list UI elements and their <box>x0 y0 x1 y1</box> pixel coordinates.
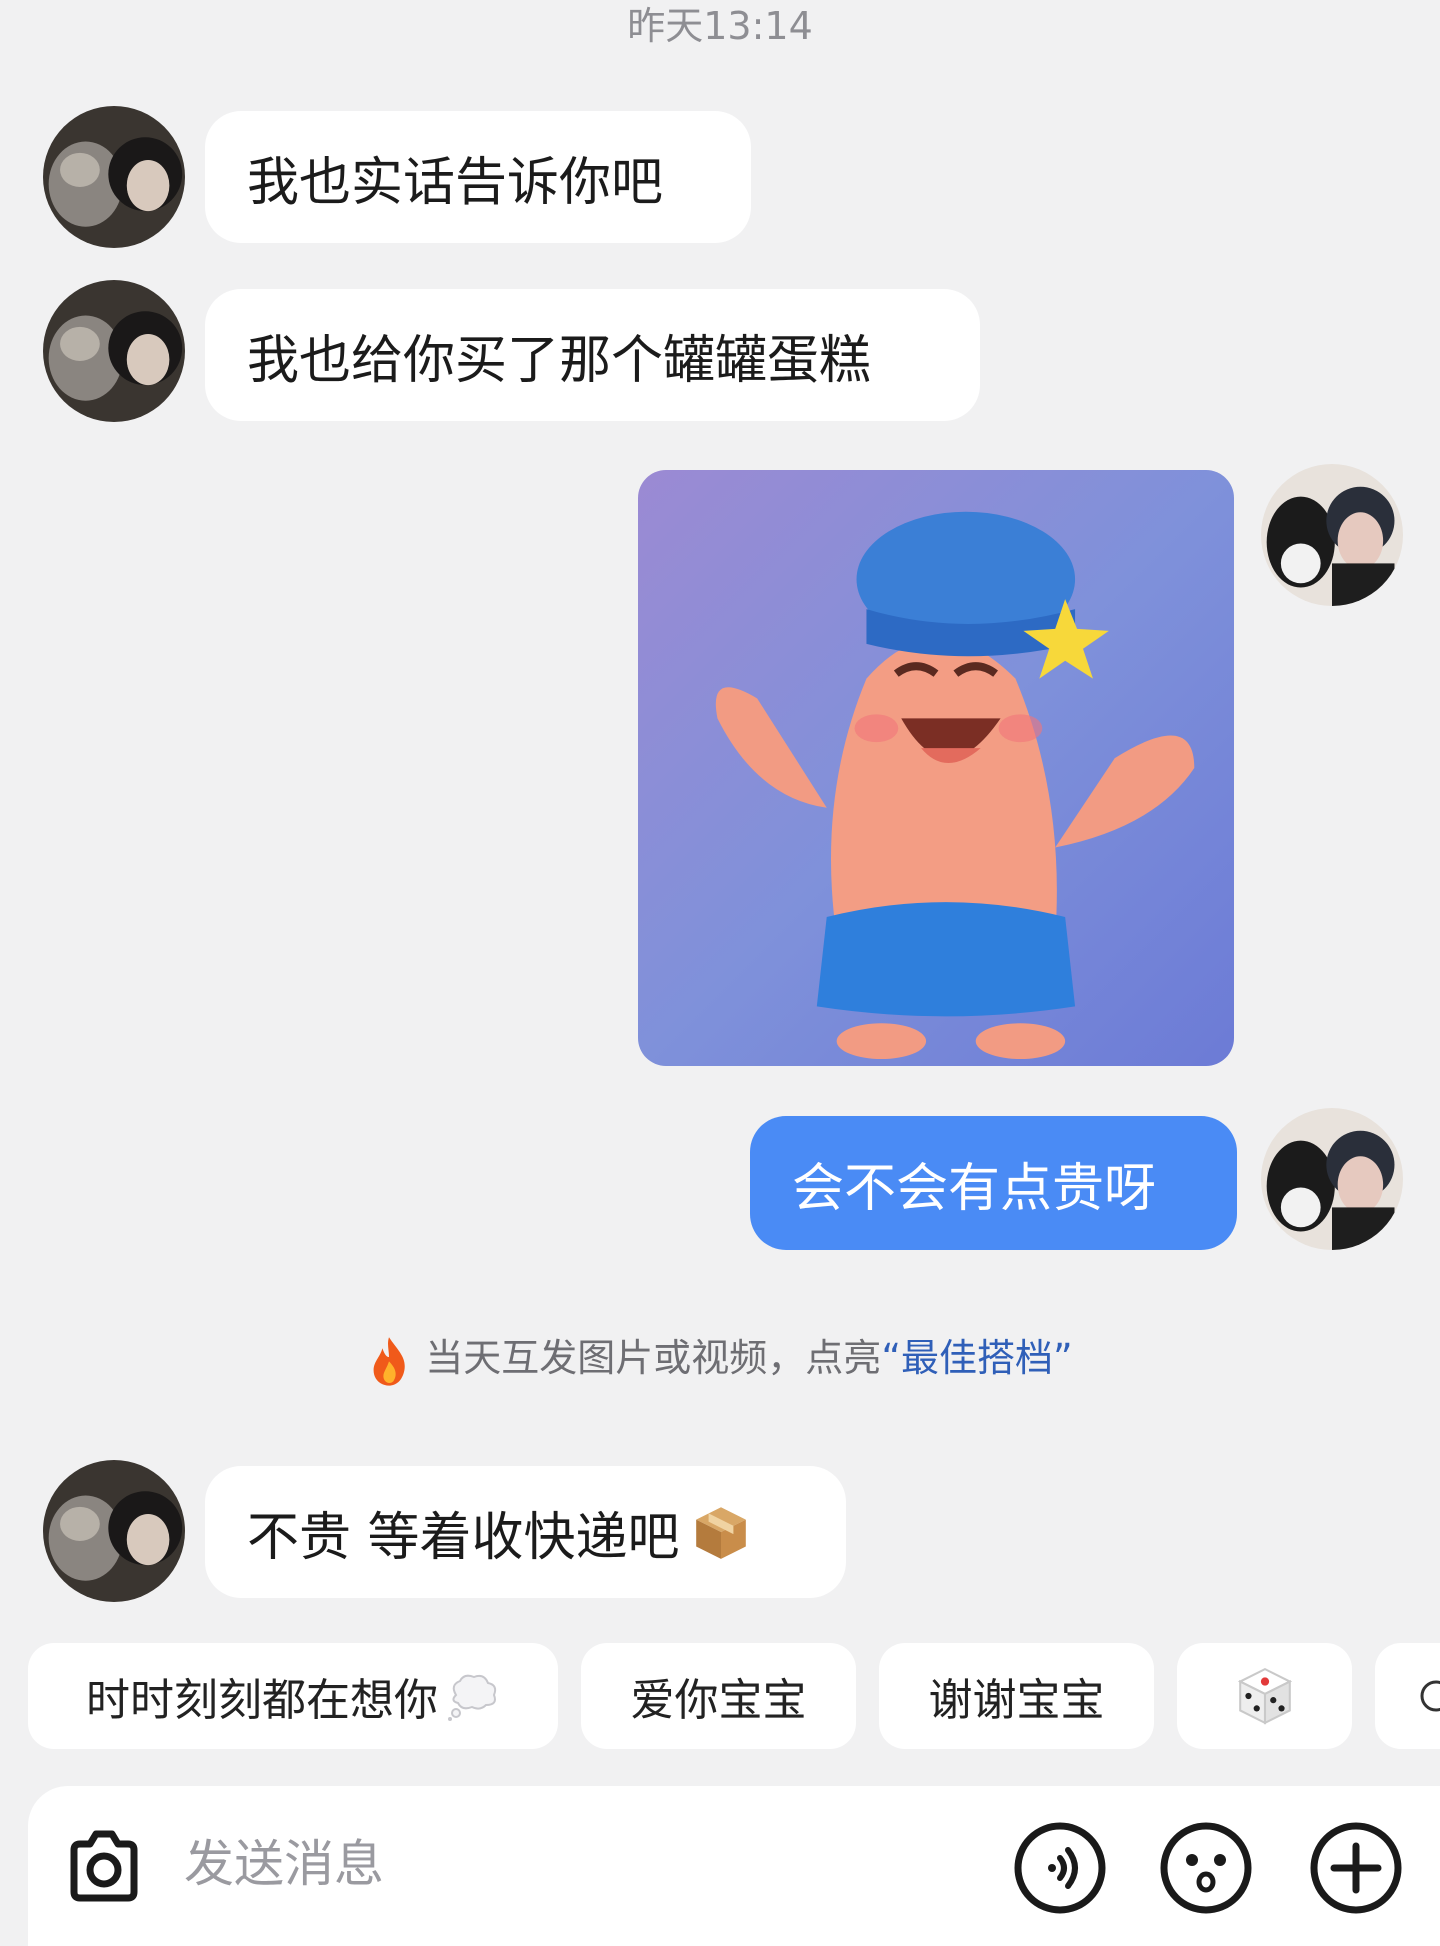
camera-icon[interactable] <box>58 1822 150 1914</box>
message-text: 我也实话告诉你吧 <box>247 152 664 213</box>
voice-icon[interactable] <box>1012 1820 1108 1916</box>
sticker-image[interactable] <box>638 470 1234 1066</box>
timestamp: 昨天13:14 <box>627 4 813 48</box>
other-avatar[interactable] <box>43 1460 185 1602</box>
quick-reply-chip[interactable]: 时时刻刻都在想你 <box>28 1643 558 1749</box>
thought-bubble-icon <box>444 1671 500 1721</box>
quick-reply-chip-partial[interactable] <box>1375 1643 1440 1749</box>
other-avatar[interactable] <box>43 280 185 422</box>
plus-icon[interactable] <box>1308 1820 1404 1916</box>
message-bubble[interactable]: 我也实话告诉你吧 <box>205 111 751 243</box>
package-icon <box>690 1501 752 1563</box>
quick-reply-dice[interactable] <box>1177 1643 1352 1749</box>
best-partner-link[interactable]: “最佳搭档” <box>881 1336 1072 1380</box>
message-bubble[interactable]: 我也给你买了那个罐罐蛋糕 <box>205 289 980 421</box>
my-avatar[interactable] <box>1261 464 1403 606</box>
chip-icon-partial <box>1420 1680 1440 1712</box>
message-bubble[interactable]: 不贵 等着收快递吧 <box>205 1466 846 1598</box>
message-text: 会不会有点贵呀 <box>792 1158 1157 1219</box>
quick-reply-chip[interactable]: 爱你宝宝 <box>581 1643 856 1749</box>
message-input[interactable]: 发送消息 <box>184 1832 384 1896</box>
quick-reply-chip[interactable]: 谢谢宝宝 <box>879 1643 1154 1749</box>
best-partner-hint: 当天互发图片或视频，点亮“最佳搭档” <box>0 1328 1440 1388</box>
fire-icon <box>367 1335 411 1387</box>
other-avatar[interactable] <box>43 106 185 248</box>
message-text: 我也给你买了那个罐罐蛋糕 <box>247 330 872 391</box>
message-input-bar: 发送消息 <box>28 1786 1440 1946</box>
emoji-icon[interactable] <box>1158 1820 1254 1916</box>
my-avatar[interactable] <box>1261 1108 1403 1250</box>
message-bubble-mine[interactable]: 会不会有点贵呀 <box>750 1116 1237 1250</box>
dice-icon <box>1234 1665 1296 1727</box>
message-text: 不贵 等着收快递吧 <box>247 1507 680 1568</box>
hint-text: 当天互发图片或视频，点亮 <box>425 1336 882 1380</box>
